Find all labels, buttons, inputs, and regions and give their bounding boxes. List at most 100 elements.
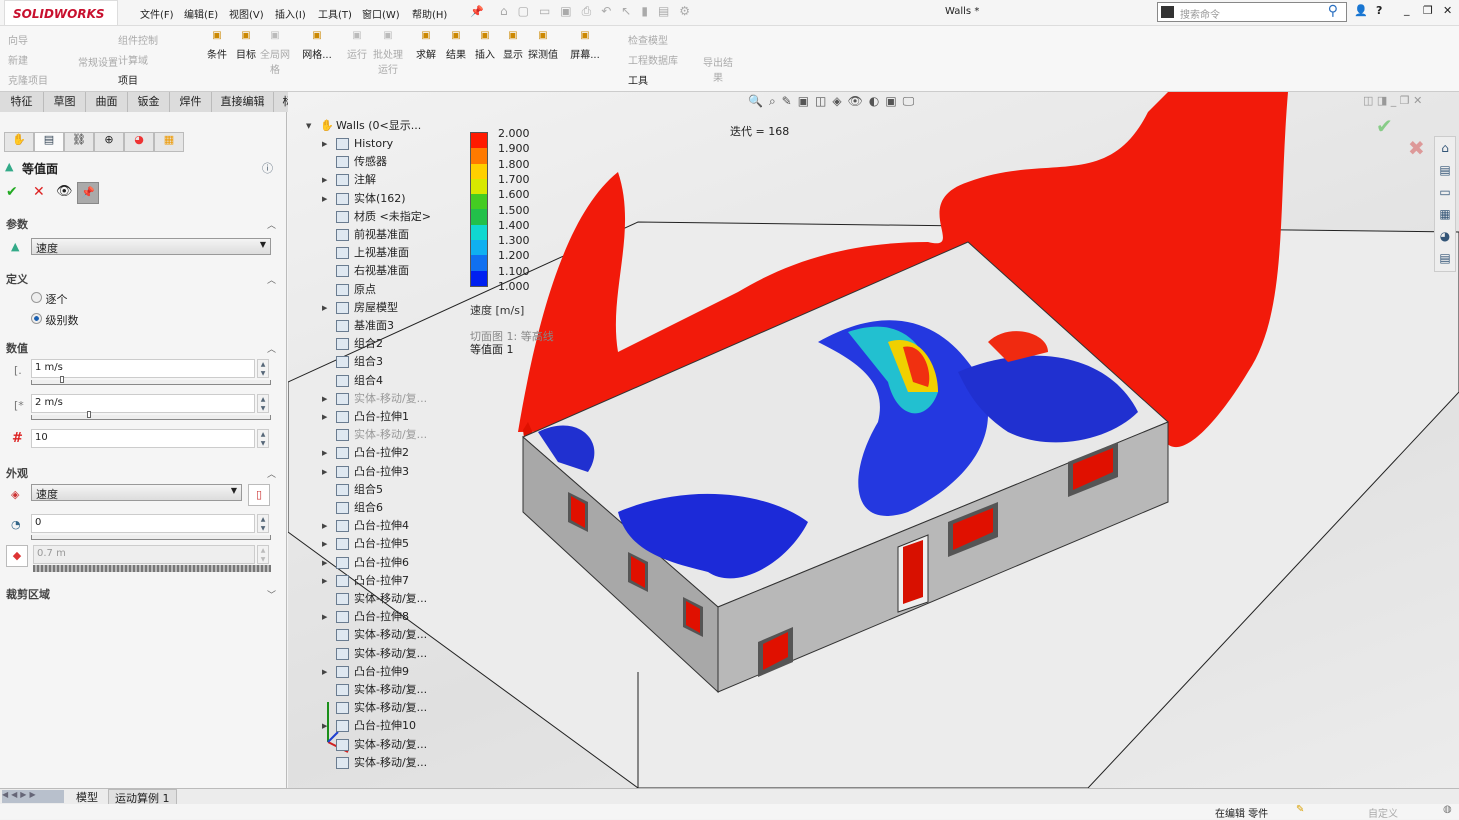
close-button[interactable]: ✕ bbox=[1443, 4, 1452, 17]
ok-button[interactable]: ✔ bbox=[6, 184, 18, 200]
radio-level-count[interactable]: 级别数 bbox=[31, 312, 79, 328]
ribbon-button-right[interactable]: 工程数据库 bbox=[628, 52, 678, 67]
expand-arrow-icon[interactable]: ▶ bbox=[322, 390, 327, 408]
expand-arrow-icon[interactable]: ▶ bbox=[322, 717, 327, 735]
keep-visible-pin-button[interactable]: 📌 bbox=[77, 182, 99, 204]
ribbon-button-right[interactable]: 检查模型 bbox=[628, 32, 668, 47]
transparency-input[interactable]: 0 bbox=[31, 514, 255, 533]
ribbon-button-0[interactable]: 向导 bbox=[8, 32, 28, 47]
tab-5[interactable]: 直接编辑 bbox=[212, 92, 274, 112]
ribbon-button-1[interactable]: 新建 bbox=[8, 52, 28, 67]
expand-arrow-icon[interactable]: ▶ bbox=[322, 608, 327, 626]
tab-1[interactable]: 草图 bbox=[44, 92, 86, 112]
chevron-up-icon[interactable]: ︿ bbox=[267, 218, 276, 231]
search-command-box[interactable]: 搜索命令 ⚲ bbox=[1157, 2, 1347, 22]
ribbon-button[interactable]: ▣ 网格... bbox=[302, 30, 332, 61]
tab-0[interactable]: 特征 bbox=[0, 92, 44, 112]
menu-item[interactable]: 插入(I) bbox=[275, 6, 306, 21]
appearance-parameter-select[interactable]: 速度 ▼ bbox=[31, 484, 242, 501]
graphics-viewport[interactable]: 迭代 = 168 🔍⌕✎▣◫◈👁◐▣🖵 ◫ ◨ _ ❐ ✕ ✔ ✖ ⌂ ▤ ▭ ▦ ◕ ▤ bbox=[288, 92, 1459, 788]
ribbon-button[interactable]: ▣ 插入 bbox=[470, 30, 500, 61]
task-pane-tabs[interactable]: ⌂ ▤ ▭ ▦ ◕ ▤ bbox=[1434, 136, 1456, 272]
expand-arrow-icon[interactable]: ▶ bbox=[322, 190, 327, 208]
expand-arrow-icon[interactable]: ▶ bbox=[322, 135, 327, 153]
minimize-button[interactable]: _ bbox=[1404, 3, 1410, 16]
flow-analysis-tab[interactable]: ▦ bbox=[154, 132, 184, 152]
expand-arrow-icon[interactable]: ▶ bbox=[322, 663, 327, 681]
help-icon[interactable]: ⓘ bbox=[262, 160, 273, 176]
ribbon-button[interactable]: ▣ 显示 bbox=[498, 30, 528, 61]
expand-arrow-icon[interactable]: ▶ bbox=[322, 444, 327, 462]
ribbon-button[interactable]: ▣ 结果 bbox=[441, 30, 471, 61]
confirm-corner-ok-icon[interactable]: ✔ bbox=[1376, 114, 1393, 138]
viewport-window-controls[interactable]: ◫ ◨ _ ❐ ✕ bbox=[1363, 94, 1422, 107]
grid-size-button[interactable]: ◆ bbox=[6, 545, 28, 567]
heads-up-view-toolbar[interactable]: 🔍⌕✎▣◫◈👁◐▣🖵 bbox=[748, 94, 920, 109]
menu-item[interactable]: 工具(T) bbox=[318, 6, 352, 21]
max-value-spinner[interactable]: ▲ ▼ bbox=[257, 394, 269, 413]
radio-each[interactable]: 逐个 bbox=[31, 291, 68, 307]
ribbon-button-3[interactable]: 常规设置 bbox=[78, 54, 118, 69]
restore-button[interactable]: ❐ bbox=[1423, 4, 1433, 17]
parameter-select[interactable]: 速度 ▼ bbox=[31, 238, 271, 255]
display-manager-tab[interactable]: ◕ bbox=[124, 132, 154, 152]
ribbon-button-4[interactable]: 组件控制 bbox=[118, 32, 158, 47]
ribbon-button-right[interactable]: 工具 bbox=[628, 72, 648, 87]
search-icon[interactable]: ⚲ bbox=[1328, 3, 1338, 19]
transparency-slider[interactable] bbox=[31, 535, 271, 540]
tab-2[interactable]: 曲面 bbox=[86, 92, 128, 112]
tab-model[interactable]: 模型 bbox=[72, 789, 102, 805]
solidworks-logo[interactable]: SOLIDWORKS bbox=[4, 0, 118, 26]
section-appearance[interactable]: 外观 bbox=[6, 465, 28, 481]
tab-3[interactable]: 钣金 bbox=[128, 92, 170, 112]
size-spinner[interactable]: ▲ ▼ bbox=[257, 545, 269, 564]
levels-input[interactable]: 10 bbox=[31, 429, 255, 448]
status-tooltip-icon[interactable]: ◍ bbox=[1443, 804, 1452, 815]
cancel-button[interactable]: ✕ bbox=[33, 184, 45, 200]
menu-item[interactable]: 视图(V) bbox=[229, 6, 264, 21]
tab-scroll-buttons[interactable]: ◀◀▶▶ bbox=[2, 790, 64, 803]
ribbon-button-2[interactable]: 克隆项目 bbox=[8, 72, 48, 87]
tab-4[interactable]: 焊件 bbox=[170, 92, 212, 112]
pin-icon[interactable]: 📌 bbox=[470, 5, 484, 18]
transparency-spinner[interactable]: ▲ ▼ bbox=[257, 514, 269, 533]
expand-arrow-icon[interactable]: ▶ bbox=[322, 572, 327, 590]
property-manager-tab[interactable]: ▤ bbox=[34, 132, 64, 152]
chevron-up-icon[interactable]: ︿ bbox=[267, 467, 276, 480]
confirm-corner-cancel-icon[interactable]: ✖ bbox=[1408, 136, 1425, 160]
dimxpert-tab[interactable]: ⊕ bbox=[94, 132, 124, 152]
levels-spinner[interactable]: ▲ ▼ bbox=[257, 429, 269, 448]
preview-eye-icon[interactable]: 👁 bbox=[56, 184, 73, 199]
quick-access-toolbar[interactable]: ⌂▢▭▣⎙↶↖▮▤⚙ bbox=[500, 4, 700, 19]
expand-arrow-icon[interactable]: ▶ bbox=[322, 171, 327, 189]
section-parameters[interactable]: 参数 bbox=[6, 216, 28, 232]
size-slider[interactable] bbox=[33, 565, 271, 572]
menu-item[interactable]: 编辑(E) bbox=[184, 6, 218, 21]
expand-arrow-icon[interactable]: ▶ bbox=[322, 463, 327, 481]
menu-item[interactable]: 文件(F) bbox=[140, 6, 174, 21]
menu-item[interactable]: 窗口(W) bbox=[362, 6, 400, 21]
menu-item[interactable]: 帮助(H) bbox=[412, 6, 447, 21]
ribbon-button-6[interactable]: 项目 bbox=[118, 72, 138, 87]
ribbon-button[interactable]: ▣ 运行 bbox=[342, 30, 372, 61]
search-input[interactable]: 搜索命令 bbox=[1180, 6, 1220, 21]
expand-arrow-icon[interactable]: ▶ bbox=[322, 517, 327, 535]
ribbon-button[interactable]: ▣ 屏幕... bbox=[570, 30, 600, 61]
ribbon-button[interactable]: ▣ 全局网格 bbox=[260, 30, 290, 76]
ribbon-button-5[interactable]: 计算域 bbox=[118, 52, 148, 67]
section-definition[interactable]: 定义 bbox=[6, 271, 28, 287]
expand-arrow-icon[interactable]: ▶ bbox=[322, 554, 327, 572]
ribbon-button[interactable]: ▣ 批处理运行 bbox=[370, 30, 406, 76]
ribbon-button[interactable]: ▣ 求解 bbox=[411, 30, 441, 61]
color-settings-button[interactable]: ▯ bbox=[248, 484, 270, 506]
feature-manager-tab[interactable]: ✋ bbox=[4, 132, 34, 152]
chevron-up-icon[interactable]: ︿ bbox=[267, 342, 276, 355]
ribbon-button[interactable]: ▣ 探测值 bbox=[528, 30, 558, 61]
configuration-manager-tab[interactable]: ⛓ bbox=[64, 132, 94, 152]
min-value-spinner[interactable]: ▲ ▼ bbox=[257, 359, 269, 378]
expand-arrow-icon[interactable]: ▶ bbox=[322, 299, 327, 317]
section-clip-region[interactable]: 裁剪区域 bbox=[6, 586, 50, 602]
max-value-slider[interactable] bbox=[31, 411, 271, 420]
expand-arrow-icon[interactable]: ▶ bbox=[322, 408, 327, 426]
min-value-input[interactable]: 1 m/s bbox=[31, 359, 255, 378]
